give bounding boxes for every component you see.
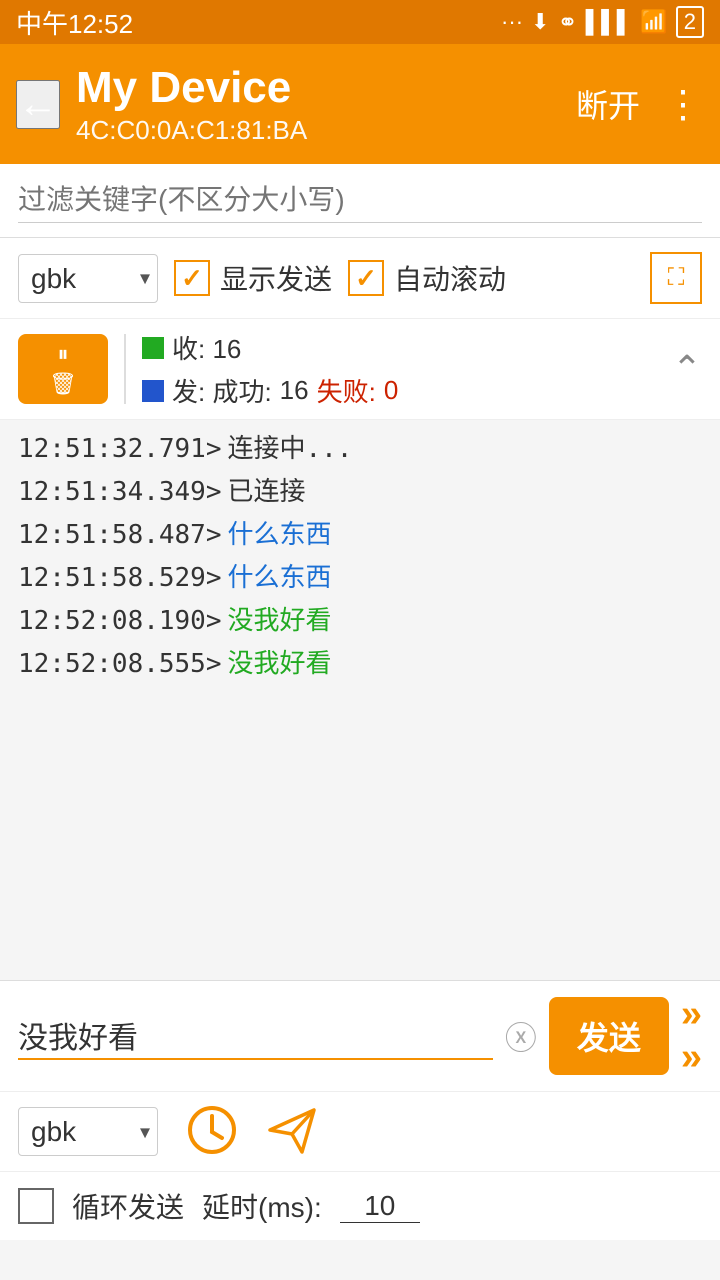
filter-bar	[0, 164, 720, 238]
bluetooth-icon2: ⚭	[557, 8, 577, 37]
log-time-6: 12:52:08.555>	[18, 645, 222, 684]
show-send-checkbox[interactable]: ✓	[174, 260, 210, 296]
delay-input[interactable]	[340, 1190, 420, 1223]
disconnect-button[interactable]: 断开	[576, 81, 640, 127]
log-area: 12:51:32.791> 连接中... 12:51:34.349> 已连接 1…	[0, 420, 720, 980]
encoding-select2[interactable]: gbk utf-8 ascii	[18, 1107, 158, 1156]
collapse-button[interactable]: ⌃	[672, 348, 702, 390]
log-time-1: 12:51:32.791>	[18, 430, 222, 469]
back-button[interactable]: ←	[16, 80, 60, 129]
log-msg-5: 没我好看	[228, 602, 332, 641]
input-row: ⓧ 发送 »»	[18, 993, 702, 1079]
bottom-controls: gbk utf-8 ascii	[0, 1091, 720, 1171]
send-prefix: 发: 成功:	[172, 372, 272, 409]
history-button[interactable]	[186, 1104, 238, 1159]
bluetooth-icon: ⬇︎	[531, 9, 549, 35]
wifi-icon: 📶	[640, 9, 667, 35]
status-bar: 中午12:52 ··· ⬇︎ ⚭ ▌▌▌ 📶 2	[0, 0, 720, 44]
show-send-group: ✓ 显示发送	[174, 258, 332, 298]
log-time-3: 12:51:58.487>	[18, 516, 222, 555]
log-time-5: 12:52:08.190>	[18, 602, 222, 641]
expand-icon: ⛶	[668, 264, 685, 292]
log-msg-2: 已连接	[228, 473, 306, 512]
vertical-divider	[124, 334, 126, 404]
log-line-5: 12:52:08.190> 没我好看	[18, 602, 702, 641]
send-success: 16	[280, 375, 309, 406]
recv-stat: 收: 16	[142, 329, 398, 366]
checkmark2-icon: ✓	[355, 263, 377, 294]
log-line-2: 12:51:34.349> 已连接	[18, 473, 702, 512]
log-msg-6: 没我好看	[228, 645, 332, 684]
toolbar-actions: 断开 ⋮	[576, 81, 704, 127]
message-input[interactable]	[18, 1012, 493, 1060]
auto-scroll-group: ✓ 自动滚动	[348, 258, 506, 298]
toolbar-title: My Device 4C:C0:0A:C1:81:BA	[76, 62, 560, 146]
log-msg-4: 什么东西	[228, 559, 332, 598]
status-time: 中午12:52	[16, 4, 133, 41]
stats-row: ⏸ 🗑 收: 16 发: 成功: 16 失败: 0 ⌃	[0, 319, 720, 420]
send-stat: 发: 成功: 16 失败: 0	[142, 372, 398, 409]
input-area: ⓧ 发送 »»	[0, 980, 720, 1091]
loop-row: 循环发送 延时(ms):	[0, 1171, 720, 1240]
show-send-label: 显示发送	[220, 258, 332, 298]
log-line-3: 12:51:58.487> 什么东西	[18, 516, 702, 555]
send-fail-label: 失败:	[317, 372, 376, 409]
clear-input-icon: ⓧ	[505, 1020, 537, 1056]
pause-clear-button[interactable]: ⏸ 🗑	[18, 334, 108, 404]
auto-scroll-checkbox[interactable]: ✓	[348, 260, 384, 296]
chevron-down-double-icon: »»	[681, 993, 702, 1078]
log-line-4: 12:51:58.529> 什么东西	[18, 559, 702, 598]
send-dot-icon	[142, 380, 164, 402]
battery-icon: 2	[676, 6, 704, 38]
send-preset-icon	[266, 1104, 318, 1156]
log-time-2: 12:51:34.349>	[18, 473, 222, 512]
scroll-down-button[interactable]: »»	[681, 993, 702, 1079]
encoding-select-wrapper: gbk utf-8 ascii	[18, 254, 158, 303]
device-name: My Device	[76, 62, 560, 115]
stats-text: 收: 16 发: 成功: 16 失败: 0	[142, 329, 398, 409]
encoding-select2-wrapper: gbk utf-8 ascii	[18, 1107, 158, 1156]
loop-send-checkbox[interactable]	[18, 1188, 54, 1224]
pause-icon: ⏸	[57, 341, 68, 367]
log-line-6: 12:52:08.555> 没我好看	[18, 645, 702, 684]
log-line-1: 12:51:32.791> 连接中...	[18, 430, 702, 469]
more-menu-button[interactable]: ⋮	[664, 82, 704, 127]
send-fail: 0	[384, 375, 398, 406]
clear-input-button[interactable]: ⓧ	[505, 1013, 537, 1059]
log-msg-3: 什么东西	[228, 516, 332, 555]
controls-row: gbk utf-8 ascii ✓ 显示发送 ✓ 自动滚动 ⛶	[0, 238, 720, 319]
send-preset-button[interactable]	[266, 1104, 318, 1159]
signal-dots-icon: ···	[501, 9, 523, 35]
status-icons: ··· ⬇︎ ⚭ ▌▌▌ 📶 2	[501, 6, 704, 38]
signal-icon: ▌▌▌	[586, 9, 633, 35]
history-icon	[186, 1104, 238, 1156]
recv-dot-icon	[142, 337, 164, 359]
checkmark-icon: ✓	[181, 263, 203, 294]
log-msg-1: 连接中...	[228, 430, 353, 469]
auto-scroll-label: 自动滚动	[394, 258, 506, 298]
loop-send-label: 循环发送	[72, 1186, 184, 1226]
send-button[interactable]: 发送	[549, 997, 669, 1075]
recv-label: 收: 16	[172, 329, 241, 366]
filter-input[interactable]	[18, 178, 702, 223]
clear-icon: 🗑	[49, 371, 77, 397]
encoding-select[interactable]: gbk utf-8 ascii	[18, 254, 158, 303]
delay-label: 延时(ms):	[202, 1186, 322, 1226]
toolbar: ← My Device 4C:C0:0A:C1:81:BA 断开 ⋮	[0, 44, 720, 164]
device-mac: 4C:C0:0A:C1:81:BA	[76, 115, 560, 146]
expand-button[interactable]: ⛶	[650, 252, 702, 304]
log-time-4: 12:51:58.529>	[18, 559, 222, 598]
